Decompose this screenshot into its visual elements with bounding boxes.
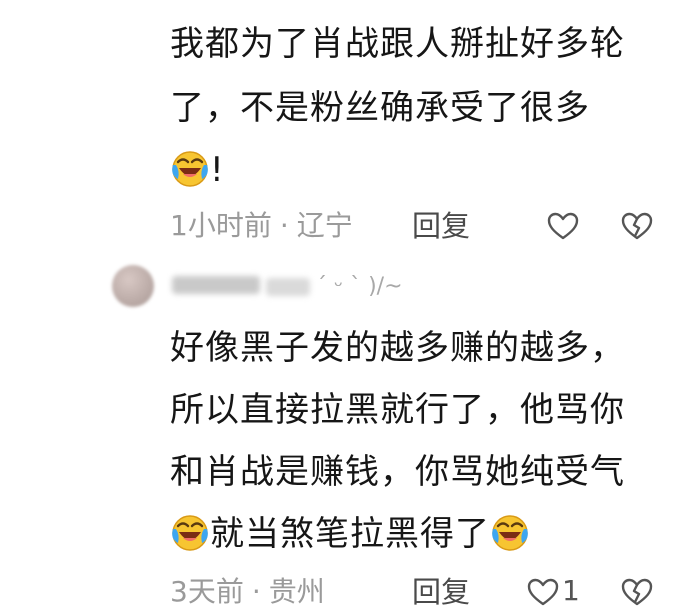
like-button[interactable] — [546, 210, 580, 242]
comment-location: 辽宁 — [296, 209, 353, 242]
broken-heart-icon — [621, 578, 653, 606]
comment-time: 3天前 — [170, 575, 244, 608]
laughing-crying-emoji-icon — [490, 512, 530, 552]
comment-text-tail: 就当煞笔拉黑得了 — [210, 514, 490, 554]
nickname-tail: ˊ ᵕ ˋ )/~ — [316, 274, 403, 299]
meta-separator: · — [279, 209, 289, 242]
comment-text-line: 了，不是粉丝确承受了很多 — [170, 88, 590, 128]
comment-text-line: 我都为了肖战跟人掰扯好多轮 — [170, 24, 625, 64]
reply-button[interactable]: 回复 — [412, 208, 470, 244]
like-button[interactable]: 1 — [526, 574, 586, 608]
comment-time: 1小时前 — [170, 209, 272, 242]
heart-icon — [547, 212, 579, 240]
comment-text-line: 所以直接拉黑就行了，他骂你 — [170, 390, 625, 430]
comment-location: 贵州 — [268, 575, 325, 608]
comment-text-line: 和肖战是赚钱，你骂她纯受气 — [170, 452, 625, 492]
comment-text-line: ! — [170, 148, 225, 192]
meta-separator: · — [251, 575, 261, 608]
laughing-crying-emoji-icon — [170, 148, 210, 188]
blurred-nickname — [172, 276, 260, 294]
reply-button[interactable]: 回复 — [412, 574, 470, 610]
laughing-crying-emoji-icon — [170, 512, 210, 552]
broken-heart-icon — [621, 212, 653, 240]
comment-text-tail: ! — [210, 150, 225, 190]
avatar[interactable] — [112, 265, 154, 307]
comment-meta: 1小时前 · 辽宁 — [170, 208, 353, 244]
heart-icon — [527, 578, 559, 606]
comment-text-line: 好像黑子发的越多赚的越多， — [170, 328, 625, 368]
comment-text-line: 就当煞笔拉黑得了 — [170, 512, 530, 556]
dislike-button[interactable] — [620, 210, 654, 242]
blurred-nickname — [266, 278, 310, 296]
comment-meta: 3天前 · 贵州 — [170, 574, 325, 610]
dislike-button[interactable] — [620, 576, 654, 608]
like-count: 1 — [562, 574, 580, 607]
